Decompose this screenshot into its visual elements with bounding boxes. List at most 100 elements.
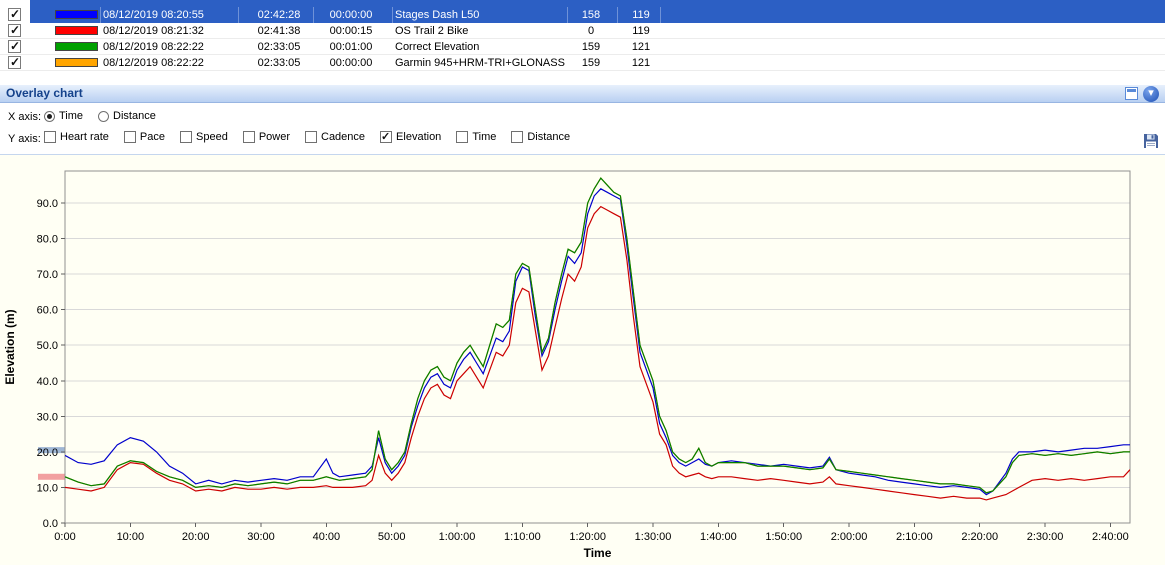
column-separator <box>238 7 239 23</box>
checkbox[interactable] <box>44 131 56 143</box>
y-tick-label: 0.0 <box>43 518 58 530</box>
row-offset: 00:00:15 <box>329 25 373 37</box>
row-value-2: 121 <box>631 41 651 53</box>
y-axis-option-distance[interactable]: Distance <box>511 131 570 143</box>
row-datetime: 08/12/2019 08:21:32 <box>103 25 204 37</box>
option-label: Distance <box>527 131 571 143</box>
option-label: Cadence <box>321 131 366 143</box>
table-row[interactable]: 08/12/2019 08:20:55 02:42:28 00:00:00 St… <box>0 7 1165 23</box>
overlay-chart-title: Overlay chart <box>6 86 83 100</box>
row-value-2: 119 <box>632 25 650 37</box>
x-tick-label: 1:40:00 <box>700 531 737 543</box>
cutoff-row-selection <box>30 0 1165 7</box>
radio-button[interactable] <box>98 110 110 122</box>
y-axis-option-pace[interactable]: Pace <box>123 131 165 143</box>
row-duration: 02:33:05 <box>257 57 301 69</box>
y-tick-label: 90.0 <box>37 198 58 210</box>
option-label: Pace <box>139 131 165 143</box>
y-tick-label: 20.0 <box>37 447 58 459</box>
x-tick-label: 10:00 <box>117 531 145 543</box>
row-value-1: 0 <box>587 25 595 37</box>
option-label: Heart rate <box>60 131 109 143</box>
floppy-disk-icon <box>1144 134 1158 148</box>
activity-comparison-window: 08/12/2019 08:20:55 02:42:28 00:00:00 St… <box>0 0 1165 565</box>
column-separator <box>567 7 568 23</box>
x-axis-option-distance[interactable]: Distance <box>98 110 156 122</box>
column-separator <box>660 7 661 23</box>
x-axis-title: Time <box>584 546 612 560</box>
row-duration: 02:41:38 <box>257 25 301 37</box>
x-axis-label: X axis: <box>8 111 42 124</box>
x-tick-label: 2:20:00 <box>961 531 998 543</box>
chart-background <box>0 155 1165 565</box>
row-name: Stages Dash L50 <box>395 9 480 21</box>
y-axis-label: Y axis: <box>8 132 41 145</box>
row-visibility-checkbox[interactable] <box>8 55 21 69</box>
row-offset: 00:00:00 <box>329 9 373 21</box>
option-label: Time <box>472 131 497 143</box>
checkbox[interactable] <box>305 131 317 143</box>
y-tick-label: 30.0 <box>37 411 58 423</box>
chart-window-button[interactable] <box>1125 87 1138 100</box>
x-tick-label: 50:00 <box>378 531 406 543</box>
row-datetime: 08/12/2019 08:22:22 <box>103 41 204 53</box>
row-visibility-checkbox[interactable] <box>8 39 21 53</box>
x-tick-label: 30:00 <box>247 531 275 543</box>
row-value-2: 119 <box>632 9 650 21</box>
save-chart-button[interactable] <box>1143 133 1159 149</box>
row-visibility-checkbox[interactable] <box>8 7 21 21</box>
y-tick-label: 80.0 <box>37 234 58 246</box>
x-tick-label: 2:10:00 <box>896 531 933 543</box>
y-tick-label: 50.0 <box>37 340 58 352</box>
x-tick-label: 1:30:00 <box>635 531 672 543</box>
y-tick-label: 70.0 <box>37 269 58 281</box>
row-name: Correct Elevation <box>395 41 480 53</box>
y-axis-option-time[interactable]: Time <box>456 131 496 143</box>
radio-button[interactable] <box>44 110 55 122</box>
y-tick-label: 10.0 <box>37 482 58 494</box>
x-tick-label: 1:50:00 <box>765 531 802 543</box>
activity-table: 08/12/2019 08:20:55 02:42:28 00:00:00 St… <box>0 0 1165 84</box>
table-row[interactable]: 08/12/2019 08:22:22 02:33:05 00:00:00 Ga… <box>0 55 1165 71</box>
option-label: Time <box>59 110 84 122</box>
x-tick-label: 1:10:00 <box>504 531 541 543</box>
option-label: Speed <box>196 131 228 143</box>
x-axis-control-row: X axis: Time Distance <box>8 110 171 125</box>
y-axis-option-power[interactable]: Power <box>242 131 290 143</box>
option-label: Power <box>258 131 290 143</box>
x-axis-options: Time Distance <box>44 110 171 125</box>
checkbox[interactable] <box>380 130 393 143</box>
x-tick-label: 40:00 <box>313 531 341 543</box>
checkbox[interactable] <box>180 131 192 143</box>
column-separator <box>313 7 314 23</box>
row-datetime: 08/12/2019 08:20:55 <box>103 9 204 21</box>
overlay-chart-header: Overlay chart ▾ <box>0 84 1165 103</box>
series-color-swatch <box>55 26 98 35</box>
checkbox[interactable] <box>242 131 255 143</box>
row-offset: 00:01:00 <box>329 41 373 53</box>
y-axis-option-heart-rate[interactable]: Heart rate <box>44 131 109 143</box>
option-label: Elevation <box>396 131 442 143</box>
overlay-chart-area: 0:00 10:00 20:00 30:00 40:00 50:00 1:00:00 1:10… <box>0 155 1165 565</box>
elevation-overlay-chart[interactable]: 0:00 10:00 20:00 30:00 40:00 50:00 1:00:00 1:10… <box>0 155 1165 565</box>
chart-axis-controls: X axis: Time Distance Y axis: Heart rate P… <box>0 103 1165 155</box>
collapse-chart-button[interactable]: ▾ <box>1143 86 1159 102</box>
axis-value-marker <box>38 473 65 480</box>
row-value-1: 159 <box>581 41 601 53</box>
y-axis-option-speed[interactable]: Speed <box>180 131 228 143</box>
column-separator <box>100 7 101 23</box>
checkbox[interactable] <box>511 131 524 143</box>
checkbox-column <box>0 39 30 54</box>
y-axis-option-elevation[interactable]: Elevation <box>380 130 442 143</box>
table-row[interactable]: 08/12/2019 08:21:32 02:41:38 00:00:15 OS… <box>0 23 1165 39</box>
column-separator <box>617 7 618 23</box>
checkbox[interactable] <box>456 131 469 143</box>
x-tick-label: 20:00 <box>182 531 210 543</box>
y-axis-option-cadence[interactable]: Cadence <box>305 131 365 143</box>
checkbox[interactable] <box>123 131 136 143</box>
x-tick-label: 2:00:00 <box>831 531 868 543</box>
series-color-swatch <box>55 58 98 67</box>
x-axis-option-time[interactable]: Time <box>44 110 83 122</box>
row-visibility-checkbox[interactable] <box>8 23 21 37</box>
table-row[interactable]: 08/12/2019 08:22:22 02:33:05 00:01:00 Co… <box>0 39 1165 55</box>
